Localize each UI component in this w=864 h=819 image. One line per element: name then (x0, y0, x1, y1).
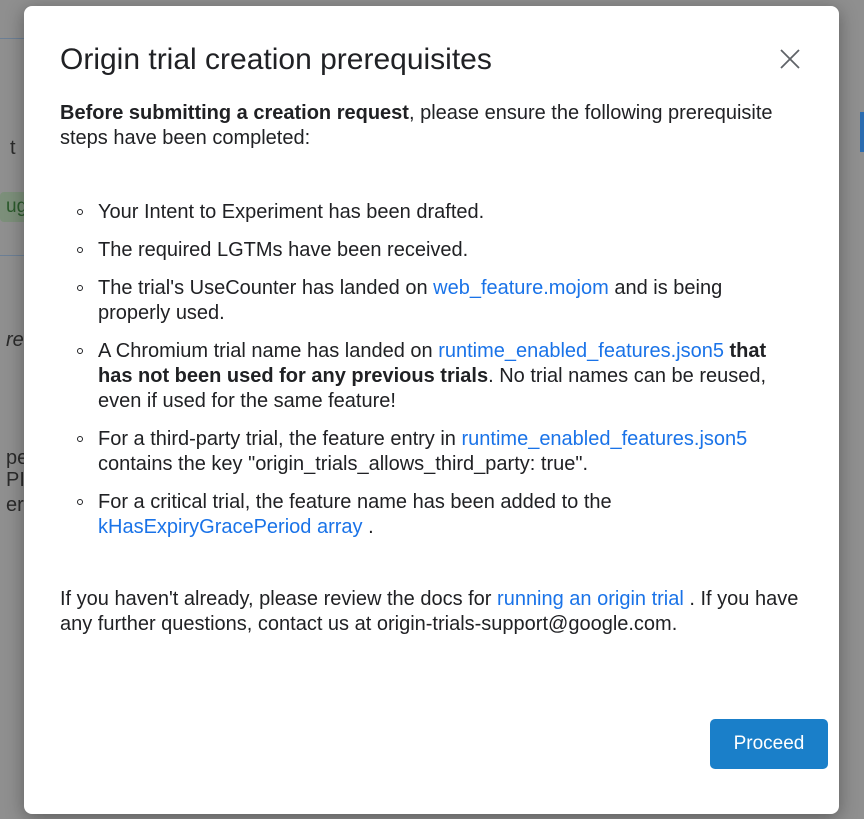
background-accent-bar (860, 112, 864, 152)
prerequisite-list: Your Intent to Experiment has been draft… (60, 200, 799, 540)
close-button[interactable] (775, 44, 805, 74)
dialog-header: Origin trial creation prerequisites (60, 42, 800, 86)
background-text-fragment: er (6, 494, 24, 516)
prerequisite-item: The required LGTMs have been received. (60, 238, 799, 263)
prerequisite-text: The trial's UseCounter has landed on (98, 277, 434, 299)
dialog-footer: Proceed (710, 719, 828, 769)
intro-bold-text: Before submitting a creation request (60, 102, 409, 124)
prerequisite-item: The trial's UseCounter has landed on web… (60, 276, 799, 326)
prerequisite-text: For a third-party trial, the feature ent… (98, 428, 462, 450)
prerequisite-item: For a critical trial, the feature name h… (60, 490, 799, 540)
background-text-fragment: PI (6, 469, 25, 491)
running-origin-trial-link[interactable]: running an origin trial (497, 588, 684, 610)
background-divider (0, 38, 24, 39)
expiry-grace-period-link[interactable]: kHasExpiryGracePeriod array (98, 516, 363, 538)
prerequisite-item: Your Intent to Experiment has been draft… (60, 200, 799, 225)
dialog-outro: If you haven't already, please review th… (60, 587, 799, 637)
background-text-fragment: t (10, 137, 16, 159)
outro-text: If you haven't already, please review th… (60, 588, 498, 610)
runtime-enabled-features-link[interactable]: runtime_enabled_features.json5 (462, 428, 748, 450)
dialog-intro: Before submitting a creation request, pl… (60, 101, 799, 151)
close-icon (780, 49, 800, 69)
prerequisite-text: contains the key "origin_trials_allows_t… (98, 453, 588, 475)
origin-trial-prerequisites-dialog: Origin trial creation prerequisites Befo… (24, 6, 839, 814)
proceed-button[interactable]: Proceed (710, 719, 828, 769)
prerequisite-text: Your Intent to Experiment has been draft… (98, 201, 485, 223)
background-divider (0, 255, 24, 256)
runtime-enabled-features-link[interactable]: runtime_enabled_features.json5 (438, 340, 724, 362)
prerequisite-item: For a third-party trial, the feature ent… (60, 427, 799, 477)
prerequisite-item: A Chromium trial name has landed on runt… (60, 339, 799, 414)
prerequisite-text: A Chromium trial name has landed on (98, 340, 439, 362)
prerequisite-text: . (362, 516, 374, 538)
web-feature-mojom-link[interactable]: web_feature.mojom (433, 277, 609, 299)
prerequisite-text: For a critical trial, the feature name h… (98, 491, 612, 513)
dialog-title: Origin trial creation prerequisites (60, 43, 492, 76)
prerequisite-text: The required LGTMs have been received. (98, 239, 469, 261)
background-text-fragment: re (6, 329, 24, 351)
